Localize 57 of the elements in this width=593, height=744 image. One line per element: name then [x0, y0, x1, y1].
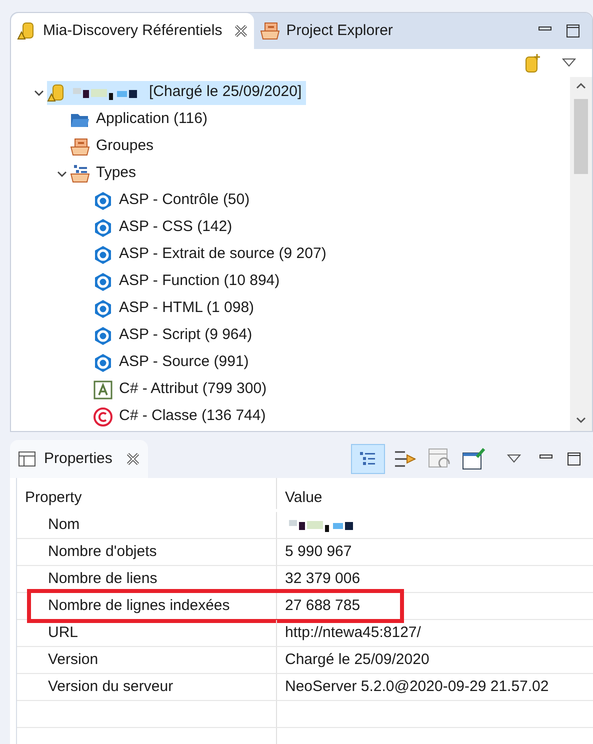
tree-item[interactable]: ASP - CSS (142)	[93, 216, 236, 240]
chevron-up-icon[interactable]	[575, 81, 587, 91]
tree-item[interactable]: C# - Attribut (799 300)	[93, 378, 271, 402]
close-icon[interactable]	[126, 452, 140, 466]
property-value: Chargé le 25/09/2020	[285, 650, 430, 670]
tree-item[interactable]: ASP - Script (9 964)	[93, 324, 256, 348]
tree-item[interactable]: ASP - Source (991)	[93, 350, 253, 374]
property-name: Version du serveur	[47, 676, 174, 697]
group-icon	[70, 136, 90, 156]
hexagon-c-icon	[93, 326, 113, 346]
categories-toggle[interactable]	[351, 444, 385, 474]
tree-item[interactable]: C# - Classe (136 744)	[93, 404, 270, 428]
hexagon-c-icon	[93, 298, 113, 318]
property-name: Nombre de lignes indexées	[47, 596, 231, 616]
scroll-thumb[interactable]	[574, 99, 588, 174]
hexagon-c-icon	[93, 352, 113, 372]
property-value: 27 688 785	[285, 596, 360, 616]
close-icon[interactable]	[234, 24, 248, 38]
pin-window-icon[interactable]	[461, 447, 487, 471]
hexagon-c-icon	[93, 190, 113, 210]
property-value: 5 990 967	[285, 542, 352, 562]
maximize-icon[interactable]	[566, 24, 580, 38]
dropdown-icon[interactable]	[507, 454, 521, 464]
chevron-down-icon[interactable]	[575, 415, 587, 425]
tree-item[interactable]: ASP - Function (10 894)	[93, 270, 284, 294]
property-value: http://ntewa45:8127/	[285, 622, 421, 643]
property-name: Nombre de liens	[47, 568, 158, 589]
column-header[interactable]: Property	[17, 486, 276, 509]
property-name: URL	[47, 622, 80, 643]
tree-item[interactable]: Groupes	[70, 134, 158, 158]
letter-a-icon	[93, 380, 113, 400]
column-header[interactable]: Value	[276, 478, 593, 509]
maximize-icon[interactable]	[567, 452, 581, 466]
property-name: Version	[47, 650, 100, 670]
tree-item[interactable]: ASP - Extrait de source (9 207)	[93, 242, 330, 266]
group-icon	[260, 21, 280, 41]
dropdown-icon[interactable]	[562, 58, 576, 68]
property-value: 32 379 006	[285, 568, 360, 589]
view-tab[interactable]: Properties	[10, 440, 148, 478]
table-icon	[18, 451, 36, 467]
tree-item[interactable]: [Chargé le 25/09/2020]	[47, 80, 306, 104]
hexagon-c-icon	[93, 244, 113, 264]
tree-item[interactable]: Types	[70, 162, 140, 186]
property-name: Nombre d'objets	[47, 542, 158, 562]
property-value: NeoServer 5.2.0@2020-09-29 21.57.02	[285, 676, 549, 697]
tree-list-icon	[359, 451, 377, 467]
tree-list-icon	[70, 164, 90, 184]
tree-item[interactable]: ASP - HTML (1 098)	[93, 296, 258, 320]
tree-item[interactable]: Application (116)	[70, 108, 212, 132]
scrollbar[interactable]	[570, 77, 592, 431]
tree-item[interactable]: ASP - Contrôle (50)	[93, 188, 254, 212]
new-database-icon[interactable]	[524, 53, 542, 73]
class-icon	[93, 406, 113, 426]
view-tab[interactable]: Mia-Discovery Référentiels	[11, 13, 254, 49]
property-name: Nom	[47, 514, 81, 535]
hexagon-c-icon	[93, 218, 113, 238]
hexagon-c-icon	[93, 272, 113, 292]
